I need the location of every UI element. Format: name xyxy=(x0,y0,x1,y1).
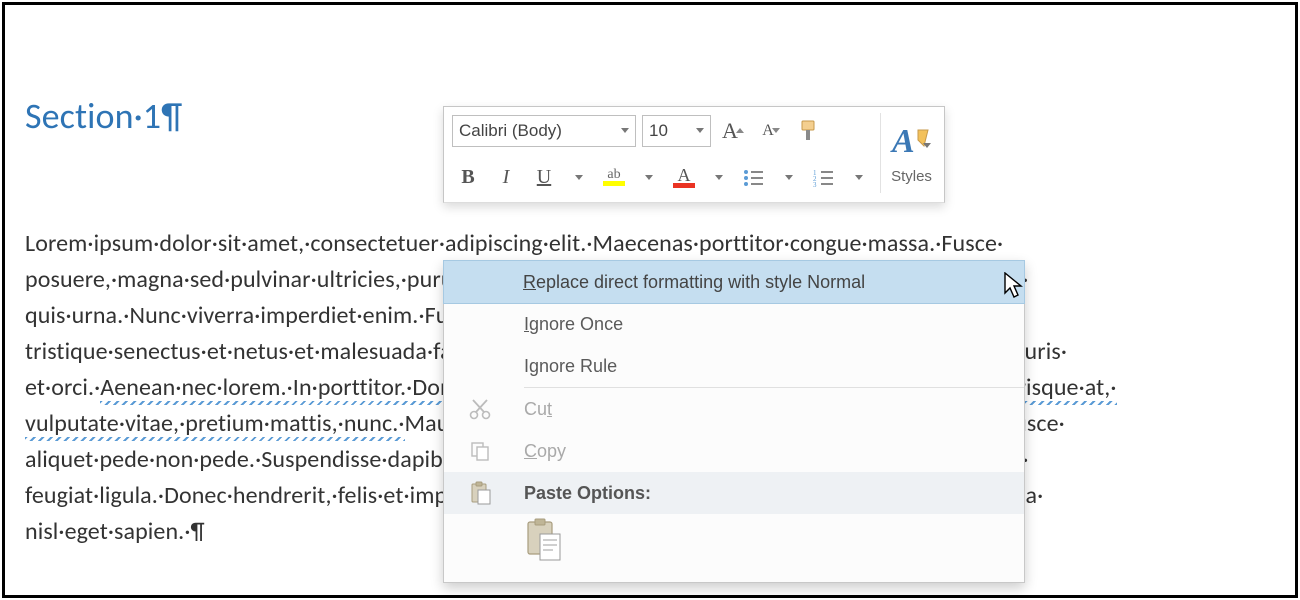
mouse-cursor-icon xyxy=(1003,272,1025,300)
underline-button[interactable]: U xyxy=(528,162,560,194)
highlight-dropdown[interactable] xyxy=(636,162,662,194)
p1-tail-pre: et·orci.· xyxy=(25,373,100,402)
menu-paste-options-header: Paste Options: xyxy=(444,472,1024,514)
numbering-button[interactable]: 1 2 3 xyxy=(808,162,840,194)
p1-after-4: nisl·eget·sapien.·¶ xyxy=(25,517,205,546)
font-color-button[interactable]: A xyxy=(668,162,700,194)
bullets-dropdown[interactable] xyxy=(776,162,802,194)
svg-text:A: A xyxy=(890,123,915,160)
paste-icon xyxy=(468,481,492,505)
menu-ignore-rule[interactable]: Ignore Rule xyxy=(444,345,1024,387)
p1-line1: Lorem·ipsum·dolor·sit·amet,·consectetuer… xyxy=(25,229,1003,258)
underline-dropdown[interactable] xyxy=(566,162,592,194)
chevron-down-icon xyxy=(645,175,653,180)
mini-toolbar: Calibri (Body) 10 A A xyxy=(443,106,945,203)
svg-text:3: 3 xyxy=(813,181,817,187)
highlight-button[interactable]: ab xyxy=(598,162,630,194)
font-color-dropdown[interactable] xyxy=(706,162,732,194)
chevron-down-icon xyxy=(621,128,629,133)
chevron-down-icon xyxy=(785,175,793,180)
font-size-dropdown[interactable]: 10 xyxy=(642,115,711,147)
font-color-swatch-icon xyxy=(673,183,695,188)
caret-up-icon xyxy=(736,128,744,133)
copy-icon xyxy=(468,439,492,463)
bullets-button[interactable] xyxy=(738,162,770,194)
menu-cut: Cut xyxy=(444,388,1024,430)
chevron-down-icon xyxy=(923,143,931,167)
menu-replace-formatting[interactable]: Replace direct formatting with style Nor… xyxy=(443,260,1025,304)
context-menu: Replace direct formatting with style Nor… xyxy=(443,260,1025,583)
highlight-swatch-icon xyxy=(603,181,625,186)
grow-font-button[interactable]: A xyxy=(717,115,749,147)
chevron-down-icon xyxy=(855,175,863,180)
bullets-icon xyxy=(743,169,765,187)
styles-button[interactable]: A Styles xyxy=(880,113,942,193)
paintbrush-icon xyxy=(796,118,822,144)
document-frame: Section·1¶ Lorem·ipsum·dolor·sit·amet,·c… xyxy=(2,2,1298,598)
caret-down-icon xyxy=(772,128,780,133)
chevron-down-icon xyxy=(575,175,583,180)
styles-label: Styles xyxy=(891,168,932,185)
chevron-down-icon xyxy=(715,175,723,180)
bold-button[interactable]: B xyxy=(452,162,484,194)
numbering-icon: 1 2 3 xyxy=(813,169,835,187)
clipboard-icon xyxy=(524,518,564,562)
menu-copy: Copy xyxy=(444,430,1024,472)
menu-ignore-once[interactable]: Ignore Once xyxy=(444,303,1024,345)
grammar-squiggle-2[interactable]: vulputate·vitae,·pretium·mattis,·nunc.· xyxy=(25,409,405,438)
font-name-value: Calibri (Body) xyxy=(459,121,562,141)
format-painter-button[interactable] xyxy=(793,115,825,147)
chevron-down-icon xyxy=(696,128,704,133)
italic-button[interactable]: I xyxy=(490,162,522,194)
font-size-value: 10 xyxy=(649,121,668,141)
menu-paste-options[interactable] xyxy=(444,514,1024,582)
shrink-font-button[interactable]: A xyxy=(755,115,787,147)
numbering-dropdown[interactable] xyxy=(846,162,872,194)
scissors-icon xyxy=(468,397,492,421)
font-name-dropdown[interactable]: Calibri (Body) xyxy=(452,115,636,147)
